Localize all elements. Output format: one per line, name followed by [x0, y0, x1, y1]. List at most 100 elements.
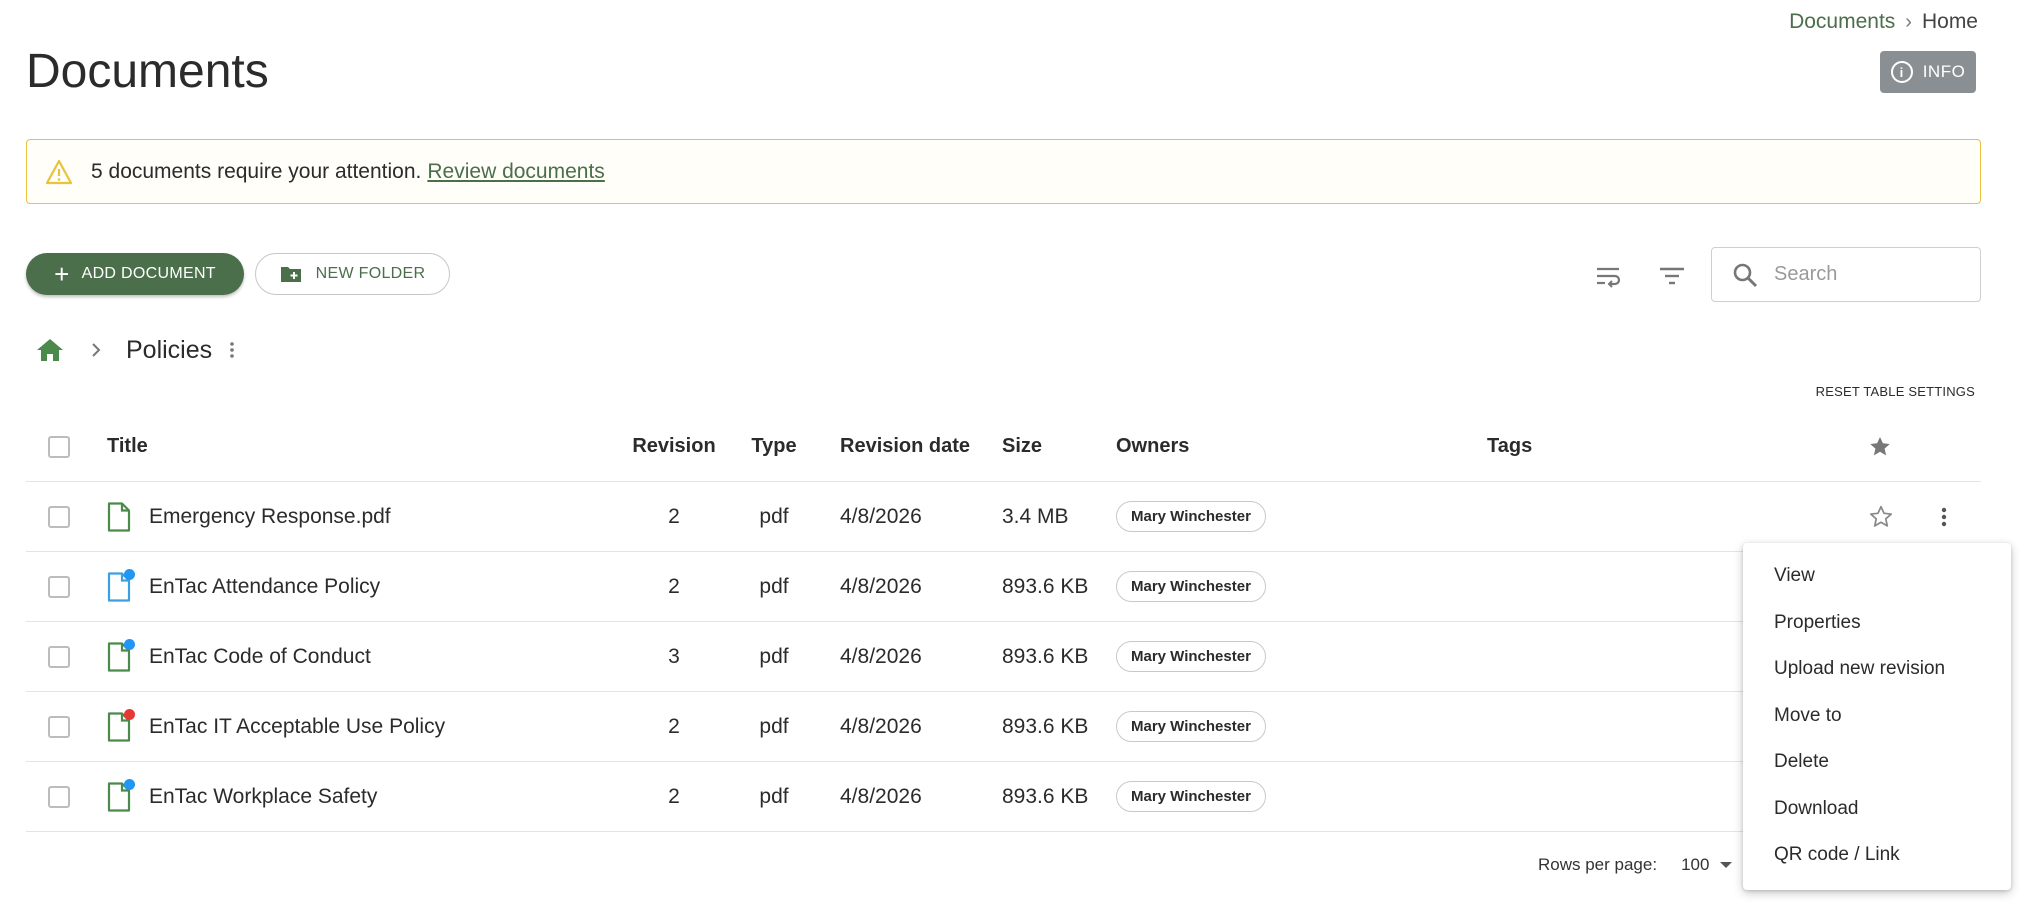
row-checkbox[interactable]	[48, 575, 70, 598]
owner-chip[interactable]: Mary Winchester	[1116, 571, 1266, 602]
table-row[interactable]: EnTac Code of Conduct 3 pdf 4/8/2026 893…	[26, 622, 1981, 692]
folder-breadcrumb: Policies	[36, 332, 236, 368]
owner-chip[interactable]: Mary Winchester	[1116, 641, 1266, 672]
revision-cell: 2	[668, 504, 680, 528]
status-dot	[124, 708, 135, 720]
document-icon	[107, 638, 135, 672]
home-icon[interactable]	[36, 337, 64, 363]
document-title[interactable]: EnTac Code of Conduct	[149, 645, 371, 669]
reset-table-settings-button[interactable]: RESET TABLE SETTINGS	[1816, 384, 1975, 399]
status-dot	[124, 568, 135, 580]
info-icon: i	[1890, 61, 1913, 83]
attention-alert: 5 documents require your attention. Revi…	[26, 139, 1981, 204]
document-title[interactable]: EnTac Workplace Safety	[149, 785, 377, 809]
add-document-button[interactable]: + ADD DOCUMENT	[26, 253, 244, 295]
table-row[interactable]: EnTac Attendance Policy 2 pdf 4/8/2026 8…	[26, 552, 1981, 622]
menu-item-upload-new-revision[interactable]: Upload new revision	[1743, 646, 2011, 693]
menu-item-properties[interactable]: Properties	[1743, 600, 2011, 647]
rows-per-page-value: 100	[1681, 855, 1710, 874]
rows-per-page-select[interactable]: 100	[1681, 855, 1733, 875]
menu-item-qr-code-link[interactable]: QR code / Link	[1743, 832, 2011, 879]
search-input[interactable]	[1774, 263, 1944, 286]
folder-more-icon[interactable]	[228, 340, 236, 360]
revision-date-cell: 4/8/2026	[840, 644, 922, 668]
row-checkbox[interactable]	[48, 505, 70, 528]
type-cell: pdf	[759, 504, 789, 528]
info-button[interactable]: i INFO	[1880, 51, 1976, 93]
document-title[interactable]: Emergency Response.pdf	[149, 505, 391, 529]
revision-cell: 2	[668, 714, 680, 738]
favorite-star-icon[interactable]	[1868, 482, 1894, 551]
column-header-revision[interactable]: Revision	[614, 412, 734, 481]
table-row[interactable]: Emergency Response.pdf 2 pdf 4/8/2026 3.…	[26, 482, 1981, 552]
pagination: Rows per page: 100	[1538, 855, 1733, 875]
table-header-row: Title Revision Type Revision date Size O…	[26, 412, 1981, 482]
status-dot	[124, 778, 135, 790]
owner-chip[interactable]: Mary Winchester	[1116, 781, 1266, 812]
breadcrumb-current: Home	[1921, 10, 1978, 33]
revision-cell: 2	[668, 784, 680, 808]
breadcrumb-separator: ›	[1905, 10, 1912, 33]
table-row[interactable]: EnTac IT Acceptable Use Policy 2 pdf 4/8…	[26, 692, 1981, 762]
document-icon	[107, 708, 135, 742]
column-header-tags[interactable]: Tags	[1487, 412, 1532, 481]
review-documents-link[interactable]: Review documents	[427, 160, 604, 184]
revision-date-cell: 4/8/2026	[840, 714, 922, 738]
menu-item-download[interactable]: Download	[1743, 786, 2011, 833]
menu-item-delete[interactable]: Delete	[1743, 739, 2011, 786]
size-cell: 893.6 KB	[1002, 644, 1089, 668]
caret-down-icon	[1720, 862, 1733, 868]
warning-icon	[45, 159, 73, 184]
row-checkbox[interactable]	[48, 785, 70, 808]
column-header-title[interactable]: Title	[107, 412, 148, 481]
revision-cell: 2	[668, 574, 680, 598]
owner-chip[interactable]: Mary Winchester	[1116, 711, 1266, 742]
column-header-revision-date[interactable]: Revision date	[840, 412, 970, 481]
breadcrumb-link-documents[interactable]: Documents	[1789, 10, 1895, 34]
document-icon	[107, 778, 135, 812]
filter-icon[interactable]	[1655, 259, 1689, 293]
select-all-checkbox[interactable]	[48, 435, 70, 458]
toolbar: + ADD DOCUMENT NEW FOLDER	[26, 247, 1981, 303]
new-folder-button[interactable]: NEW FOLDER	[255, 253, 450, 295]
column-header-owners[interactable]: Owners	[1116, 412, 1189, 481]
alert-message: 5 documents require your attention.	[91, 159, 422, 183]
menu-item-view[interactable]: View	[1743, 553, 2011, 600]
document-title[interactable]: EnTac Attendance Policy	[149, 575, 380, 599]
row-context-menu: View Properties Upload new revision Move…	[1743, 543, 2011, 890]
page-title: Documents	[26, 45, 269, 98]
document-icon	[107, 568, 135, 602]
type-cell: pdf	[759, 644, 789, 668]
search-icon	[1733, 263, 1758, 287]
document-title[interactable]: EnTac IT Acceptable Use Policy	[149, 715, 445, 739]
size-cell: 3.4 MB	[1002, 504, 1069, 528]
revision-cell: 3	[668, 644, 680, 668]
rows-per-page-label: Rows per page:	[1538, 855, 1658, 874]
type-cell: pdf	[759, 714, 789, 738]
add-document-label: ADD DOCUMENT	[81, 265, 216, 282]
plus-icon: +	[54, 259, 70, 289]
table-row[interactable]: EnTac Workplace Safety 2 pdf 4/8/2026 89…	[26, 762, 1981, 832]
row-more-icon[interactable]	[1940, 482, 1948, 551]
chevron-right-icon	[92, 343, 101, 357]
revision-date-cell: 4/8/2026	[840, 784, 922, 808]
folder-name: Policies	[126, 335, 213, 364]
status-dot	[124, 638, 135, 650]
favorite-column-star-icon[interactable]	[1868, 412, 1892, 481]
size-cell: 893.6 KB	[1002, 574, 1089, 598]
breadcrumb: Documents › Home	[1789, 10, 1978, 34]
owner-chip[interactable]: Mary Winchester	[1116, 501, 1266, 532]
wrap-text-icon[interactable]	[1591, 259, 1625, 293]
revision-date-cell: 4/8/2026	[840, 504, 922, 528]
menu-item-move-to[interactable]: Move to	[1743, 693, 2011, 740]
info-button-label: INFO	[1922, 62, 1966, 81]
row-checkbox[interactable]	[48, 715, 70, 738]
size-cell: 893.6 KB	[1002, 714, 1089, 738]
search-field[interactable]	[1711, 247, 1981, 302]
revision-date-cell: 4/8/2026	[840, 574, 922, 598]
documents-table: Title Revision Type Revision date Size O…	[26, 412, 1981, 832]
column-header-size[interactable]: Size	[1002, 412, 1042, 481]
row-checkbox[interactable]	[48, 645, 70, 668]
size-cell: 893.6 KB	[1002, 784, 1089, 808]
column-header-type[interactable]: Type	[734, 412, 814, 481]
